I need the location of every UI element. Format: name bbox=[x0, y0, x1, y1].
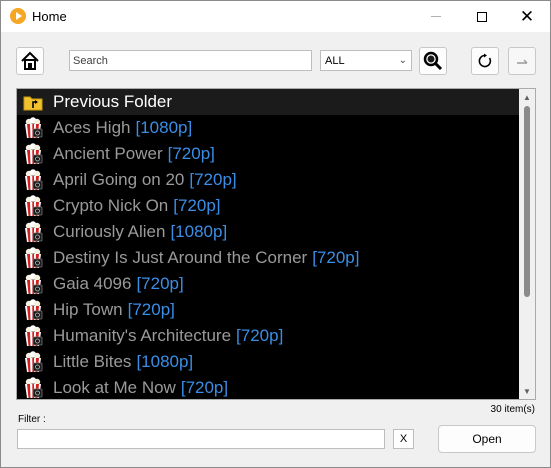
list-item[interactable]: Aces High [1080p] bbox=[17, 115, 522, 141]
minimize-button[interactable] bbox=[413, 1, 459, 32]
category-selected-value: ALL bbox=[325, 55, 345, 67]
list-item-resolution: [720p] bbox=[312, 248, 360, 267]
list-item-resolution: [720p] bbox=[236, 326, 284, 345]
main-window: Home ✕ ALL ⌄ Previo bbox=[0, 0, 551, 468]
list-item-title: Aces High bbox=[53, 118, 131, 137]
media-list[interactable]: Previous Folder Aces High [1080p] Ancient P… bbox=[16, 88, 536, 400]
close-button[interactable]: ✕ bbox=[504, 1, 550, 32]
scroll-up-icon[interactable]: ▲ bbox=[523, 93, 531, 102]
popcorn-icon bbox=[22, 221, 44, 243]
list-item-resolution: [720p] bbox=[173, 196, 221, 215]
popcorn-icon bbox=[22, 143, 44, 165]
clear-filter-button[interactable]: X bbox=[393, 429, 414, 449]
list-item[interactable]: Crypto Nick On [720p] bbox=[17, 193, 522, 219]
home-icon bbox=[21, 51, 39, 70]
window-title: Home bbox=[32, 9, 67, 24]
popcorn-icon bbox=[22, 117, 44, 139]
list-item-resolution: [720p] bbox=[180, 378, 229, 397]
list-item-title: Crypto Nick On bbox=[53, 196, 169, 215]
category-select[interactable]: ALL ⌄ bbox=[320, 50, 412, 71]
list-item-title: Humanity's Architecture bbox=[53, 326, 232, 345]
maximize-button[interactable] bbox=[459, 1, 505, 32]
list-item-title: Gaia 4096 bbox=[53, 274, 132, 293]
popcorn-icon bbox=[22, 299, 44, 321]
chevron-down-icon: ⌄ bbox=[398, 55, 407, 66]
list-scrollbar[interactable]: ▲ ▼ bbox=[519, 89, 535, 399]
item-count: 30 item(s) bbox=[490, 404, 535, 415]
list-item[interactable]: Hip Town [720p] bbox=[17, 297, 522, 323]
list-item-resolution: [720p] bbox=[167, 144, 215, 163]
popcorn-icon bbox=[22, 169, 44, 191]
list-item-resolution: [1080p] bbox=[170, 222, 228, 241]
list-item-title: Previous Folder bbox=[53, 92, 173, 111]
popcorn-icon bbox=[22, 351, 44, 373]
folder-up-icon bbox=[22, 91, 44, 113]
list-item[interactable]: April Going on 20 [720p] bbox=[17, 167, 522, 193]
maximize-icon bbox=[477, 11, 487, 22]
previous-folder-item[interactable]: Previous Folder bbox=[17, 89, 522, 115]
list-item-title: Curiously Alien bbox=[53, 222, 166, 241]
filter-input[interactable] bbox=[17, 429, 385, 449]
magnifier-icon bbox=[423, 51, 443, 71]
refresh-icon bbox=[478, 53, 492, 68]
list-item-title: April Going on 20 bbox=[53, 170, 185, 189]
home-button[interactable] bbox=[16, 47, 44, 75]
filter-label: Filter : bbox=[18, 414, 46, 425]
list-item-resolution: [720p] bbox=[136, 274, 184, 293]
list-item[interactable]: Curiously Alien [1080p] bbox=[17, 219, 522, 245]
popcorn-icon bbox=[22, 247, 44, 269]
forward-arrow-icon bbox=[517, 59, 528, 64]
search-input[interactable] bbox=[69, 50, 312, 71]
popcorn-icon bbox=[22, 273, 44, 295]
scroll-thumb[interactable] bbox=[524, 106, 530, 297]
list-item[interactable]: Destiny Is Just Around the Corner [720p] bbox=[17, 245, 522, 271]
list-item[interactable]: Ancient Power [720p] bbox=[17, 141, 522, 167]
list-item[interactable]: Look at Me Now [720p] bbox=[17, 375, 522, 399]
popcorn-icon bbox=[22, 195, 44, 217]
list-item-resolution: [1080p] bbox=[135, 118, 193, 137]
list-item-title: Destiny Is Just Around the Corner bbox=[53, 248, 308, 267]
refresh-button[interactable] bbox=[471, 47, 499, 75]
list-item[interactable]: Gaia 4096 [720p] bbox=[17, 271, 522, 297]
minimize-icon bbox=[431, 16, 441, 17]
app-play-icon bbox=[10, 8, 26, 24]
list-item-title: Ancient Power bbox=[53, 144, 163, 163]
list-item[interactable]: Humanity's Architecture [720p] bbox=[17, 323, 522, 349]
search-button[interactable] bbox=[419, 47, 447, 75]
scroll-down-icon[interactable]: ▼ bbox=[523, 387, 531, 396]
forward-button[interactable] bbox=[508, 47, 536, 75]
title-bar: Home ✕ bbox=[1, 1, 550, 32]
close-icon: ✕ bbox=[519, 7, 535, 26]
open-button[interactable]: Open bbox=[438, 425, 536, 453]
list-item-resolution: [720p] bbox=[127, 300, 175, 319]
list-item-title: Look at Me Now bbox=[53, 378, 176, 397]
popcorn-icon bbox=[22, 377, 44, 399]
list-item-title: Little Bites bbox=[53, 352, 132, 371]
list-item[interactable]: Little Bites [1080p] bbox=[17, 349, 522, 375]
list-item-resolution: [720p] bbox=[189, 170, 237, 189]
list-item-title: Hip Town bbox=[53, 300, 123, 319]
popcorn-icon bbox=[22, 325, 44, 347]
list-item-resolution: [1080p] bbox=[136, 352, 194, 371]
